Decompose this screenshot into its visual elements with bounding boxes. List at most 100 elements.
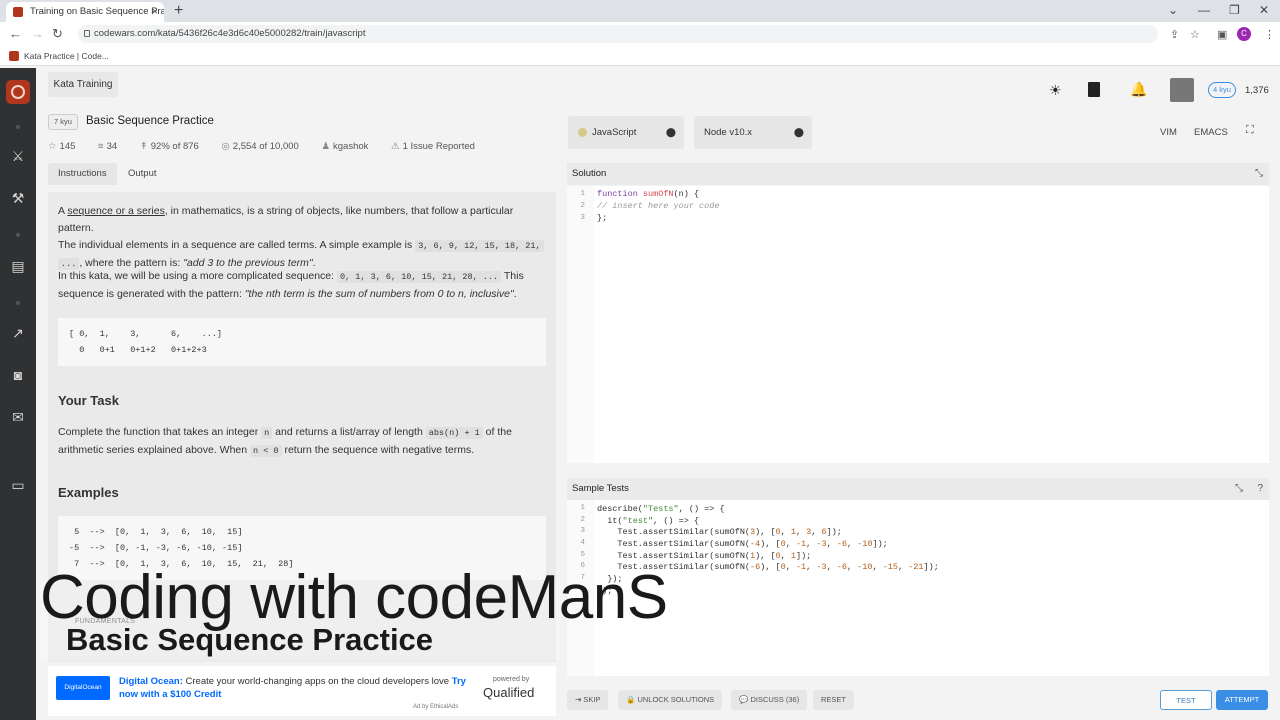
solution-header: Solution ⤡: [567, 163, 1269, 185]
help-icon[interactable]: ?: [1257, 478, 1263, 500]
training-icon[interactable]: ⚔: [9, 147, 27, 165]
reload-icon[interactable]: ↻: [52, 26, 63, 42]
reset-button[interactable]: RESET: [813, 690, 855, 710]
code-line: it("test", () => {: [597, 516, 700, 526]
notifications-bell-icon[interactable]: 🔔: [1130, 81, 1147, 98]
code-line: describe("Tests", () => {: [597, 504, 725, 514]
expand-icon[interactable]: ⤡: [1255, 163, 1263, 185]
emacs-mode-toggle[interactable]: EMACS: [1194, 127, 1228, 138]
url-field[interactable]: codewars.com/kata/5436f26c4e3d6c40e50002…: [78, 25, 1158, 43]
chevron-down-icon: ⬤: [793, 127, 804, 137]
restore-icon[interactable]: ❐: [1229, 3, 1240, 17]
close-tab-icon[interactable]: ×: [152, 2, 158, 22]
profile-avatar[interactable]: C: [1237, 27, 1251, 41]
completed-stat: ◎ 2,554 of 10,000: [221, 141, 299, 152]
warning-icon: ⚠: [391, 141, 400, 152]
skip-button[interactable]: ⇥ SKIP: [567, 690, 609, 710]
qualified-logo: Qualified: [483, 685, 535, 700]
kata-title: Basic Sequence Practice: [86, 115, 214, 127]
paragraph-task: Complete the function that takes an inte…: [58, 426, 512, 457]
tab-output[interactable]: Output: [118, 163, 167, 185]
separator-dot: [16, 125, 20, 129]
paragraph-intro: A sequence or a series, in mathematics, …: [58, 203, 550, 273]
minimize-icon[interactable]: —: [1198, 3, 1210, 17]
fullscreen-icon[interactable]: ⛶: [1246, 124, 1254, 137]
satisfaction-stat: ↟ 92% of 876: [139, 141, 199, 152]
kata-stats: ☆ 145 ≡ 34 ↟ 92% of 876 ◎ 2,554 of 10,000 ♟ k…: [48, 141, 495, 152]
javascript-icon: [578, 128, 587, 137]
unlock-solutions-button[interactable]: 🔒 UNLOCK SOLUTIONS: [618, 690, 723, 710]
jobs-icon[interactable]: ▤: [9, 257, 27, 275]
bookmarks-bar: Kata Practice | Code...: [0, 46, 1280, 66]
discuss-button[interactable]: 💬 DISCUSS (36): [731, 690, 808, 710]
solution-editor[interactable]: [567, 186, 1269, 463]
browser-tab-bar: Training on Basic Sequence Practic × + ⌄…: [0, 0, 1280, 22]
powered-by-label: powered by: [493, 676, 530, 683]
vim-mode-toggle[interactable]: VIM: [1160, 127, 1177, 138]
codewars-favicon-icon: [13, 7, 23, 17]
expand-icon[interactable]: ⤡: [1235, 478, 1243, 500]
sequence-link[interactable]: sequence or a series: [67, 205, 164, 217]
ethical-ads-label: Ad by EthicalAds: [413, 704, 459, 710]
bookmark-icon[interactable]: [1088, 82, 1100, 97]
kata-training-label[interactable]: Kata Training: [48, 72, 118, 97]
code-block-pattern: [ 0, 1, 3, 6, ...] 0 0+1 0+1+2 0+1+2+3: [58, 318, 546, 366]
docs-icon[interactable]: ▭: [9, 476, 27, 494]
code-line: function sumOfN(n) {: [597, 189, 700, 199]
bookmark-star-icon[interactable]: ☆: [1190, 28, 1200, 41]
ad-text: Digital Ocean: Create your world-changin…: [119, 676, 466, 700]
user-avatar[interactable]: [1170, 78, 1194, 102]
digitalocean-logo: DigitalOcean: [56, 676, 110, 700]
honor-score: 1,376: [1245, 85, 1269, 96]
code-line: };: [597, 213, 608, 223]
lock-icon: 🔒: [626, 695, 638, 704]
test-button[interactable]: TEST: [1160, 690, 1212, 710]
runtime-select[interactable]: Node v10.x ⬤: [694, 116, 812, 149]
menu-icon[interactable]: ⋮: [1264, 28, 1275, 41]
lock-icon: [84, 30, 90, 37]
thumb-icon: ↟: [139, 141, 148, 152]
solution-gutter: 1 2 3: [567, 186, 594, 463]
stars-stat[interactable]: ☆ 145: [48, 141, 85, 152]
sample-tests-header: Sample Tests ⤡ ?: [567, 478, 1269, 500]
separator-dot: [16, 301, 20, 305]
url-text: codewars.com/kata/5436f26c4e3d6c40e50002…: [94, 28, 366, 39]
forward-icon[interactable]: →: [31, 26, 44, 41]
code-line: Test.assertSimilar(sumOfN(1), [0, 1]);: [597, 551, 812, 561]
target-icon: ◎: [221, 141, 230, 152]
leaderboard-icon[interactable]: ↗: [9, 324, 27, 342]
codewars-favicon-icon: [9, 51, 19, 61]
close-window-icon[interactable]: ✕: [1259, 3, 1269, 17]
user-icon: ♟: [321, 141, 330, 152]
issues-stat[interactable]: ⚠ 1 Issue Reported: [391, 141, 485, 152]
theme-toggle-icon[interactable]: ☀: [1049, 82, 1062, 99]
tab-search-icon[interactable]: ⌄: [1168, 3, 1178, 17]
sidebar-toggle-icon[interactable]: ▣: [1217, 28, 1227, 41]
stack-icon: ≡: [98, 141, 104, 152]
browser-tab[interactable]: Training on Basic Sequence Practic ×: [6, 2, 164, 22]
star-icon: ☆: [48, 141, 57, 152]
chat-icon: 💬: [739, 695, 751, 704]
collections-stat[interactable]: ≡ 34: [98, 141, 127, 152]
share-icon[interactable]: ⇪: [1170, 28, 1179, 41]
author-stat[interactable]: ♟ kgashok: [321, 141, 378, 152]
code-line: Test.assertSimilar(sumOfN(-4), [0, -1, -…: [597, 539, 888, 549]
sponsor-ad[interactable]: DigitalOcean Digital Ocean: Create your …: [48, 666, 556, 716]
address-bar-row: ← → ↻ codewars.com/kata/5436f26c4e3d6c40…: [0, 22, 1280, 46]
back-icon[interactable]: ←: [9, 26, 22, 41]
forum-icon[interactable]: ✉: [9, 408, 27, 426]
language-select[interactable]: JavaScript ⬤: [568, 116, 684, 149]
new-tab-icon[interactable]: +: [174, 2, 183, 20]
app-sidebar: ⚔ ⚒ ▤ ↗ ◙ ✉ ▭: [0, 68, 36, 720]
practice-icon[interactable]: ⚒: [9, 189, 27, 207]
discord-icon[interactable]: ◙: [9, 366, 27, 384]
separator-dot: [16, 233, 20, 237]
chevron-down-icon: ⬤: [665, 127, 676, 137]
rank-badge: 7 kyu: [48, 114, 78, 130]
tab-instructions[interactable]: Instructions: [48, 163, 117, 185]
examples-heading: Examples: [58, 485, 119, 500]
attempt-button[interactable]: ATTEMPT: [1216, 690, 1268, 710]
code-line: // insert here your code: [597, 201, 720, 211]
codewars-logo-icon[interactable]: [6, 80, 30, 104]
bookmark-item[interactable]: Kata Practice | Code...: [24, 51, 109, 61]
